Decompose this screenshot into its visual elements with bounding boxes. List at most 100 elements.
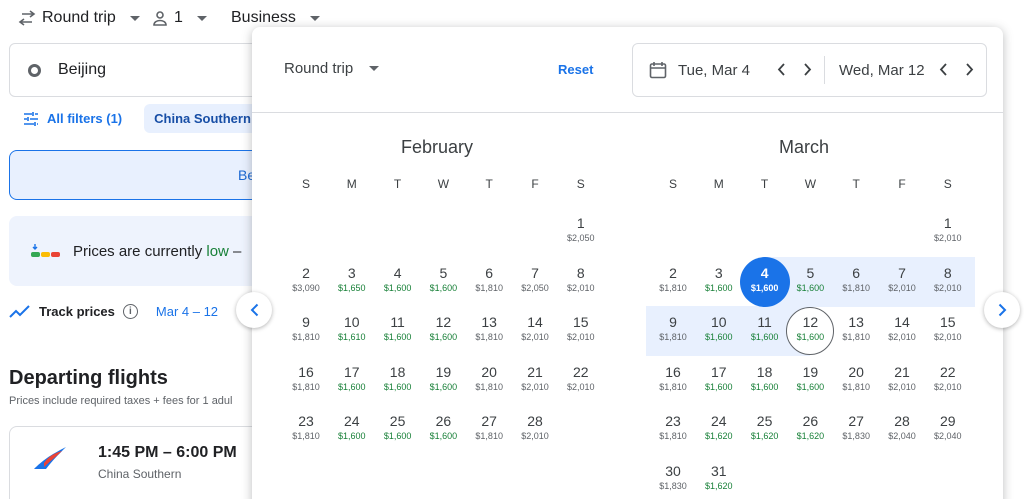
calendar-day[interactable]: 25 $1,620 [742, 405, 788, 455]
calendar-day[interactable]: 21 $2,010 [879, 356, 925, 406]
calendar-day[interactable]: 28 $2,010 [512, 405, 558, 455]
calendar-day[interactable]: 1 $2,010 [925, 207, 971, 257]
calendar-day[interactable]: 2 $1,810 [650, 257, 696, 307]
return-next-day-button[interactable] [957, 63, 983, 76]
calendar-next-month-button[interactable] [984, 292, 1020, 328]
calendar-day[interactable]: 13 $1,810 [833, 306, 879, 356]
calendar-day[interactable]: 22 $2,010 [558, 356, 604, 406]
calendar-day[interactable]: 7 $2,010 [879, 257, 925, 307]
day-number: 30 [665, 463, 681, 479]
calendar-day[interactable]: 11 $1,600 [742, 306, 788, 356]
calendar-day[interactable]: 15 $2,010 [558, 306, 604, 356]
calendar-day[interactable]: 5 $1,600 [420, 257, 466, 307]
calendar-day[interactable]: 27 $1,830 [833, 405, 879, 455]
reset-button[interactable]: Reset [558, 62, 593, 77]
weekday-label: T [852, 177, 860, 191]
calendar-day[interactable]: 23 $1,810 [650, 405, 696, 455]
calendar-day[interactable]: 11 $1,600 [375, 306, 421, 356]
calendar-day[interactable]: 19 $1,600 [787, 356, 833, 406]
calendar-day[interactable]: 24 $1,620 [696, 405, 742, 455]
depart-date-field[interactable]: Tue, Mar 4 [649, 44, 766, 96]
calendar-day[interactable]: 28 $2,040 [879, 405, 925, 455]
calendar-day[interactable]: 4 $1,600 [375, 257, 421, 307]
calendar-day[interactable]: 8 $2,010 [558, 257, 604, 307]
calendar-day[interactable]: 23 $1,810 [283, 405, 329, 455]
calendar-day[interactable]: 3 $1,650 [329, 257, 375, 307]
calendar-day[interactable]: 14 $2,010 [512, 306, 558, 356]
calendar-day[interactable]: 19 $1,600 [420, 356, 466, 406]
calendar-day[interactable]: 5 $1,600 [787, 257, 833, 307]
return-date-field[interactable]: Wed, Mar 12 [839, 44, 925, 96]
calendar-day[interactable]: 21 $2,010 [512, 356, 558, 406]
calendar-day[interactable]: 20 $1,810 [466, 356, 512, 406]
calendar-day[interactable]: 6 $1,810 [833, 257, 879, 307]
insight-text: Prices are currently low – [73, 242, 242, 260]
day-number: 6 [852, 264, 861, 281]
calendar-day[interactable]: 10 $1,600 [696, 306, 742, 356]
month-title: March [778, 137, 829, 157]
trip-type-dropdown[interactable]: Round trip [18, 9, 140, 27]
calendar-day[interactable]: 12 $1,600 [420, 306, 466, 356]
calendar-day[interactable]: 17 $1,600 [696, 356, 742, 406]
info-icon[interactable]: i [122, 304, 138, 319]
calendar-prev-month-button[interactable] [236, 292, 272, 328]
calendar-day[interactable]: 1 $2,050 [558, 207, 604, 257]
day-number: 25 [756, 413, 773, 430]
day-number: 18 [756, 363, 773, 380]
day-price: $1,810 [475, 381, 503, 392]
all-filters-label: All filters (1) [47, 111, 123, 126]
picker-trip-type-dropdown[interactable]: Round trip [284, 60, 380, 77]
depart-next-day-button[interactable] [795, 63, 821, 76]
calendar-day[interactable]: 10 $1,610 [329, 306, 375, 356]
calendar-day[interactable]: 22 $2,010 [925, 356, 971, 406]
calendar-day[interactable]: 25 $1,600 [375, 405, 421, 455]
calendar-day[interactable]: 29 $2,040 [925, 405, 971, 455]
airline-filter-chip[interactable]: China Southern [144, 104, 261, 133]
cabin-dropdown[interactable]: Business [231, 9, 320, 27]
day-number: 20 [848, 363, 864, 380]
calendar-day[interactable]: 9 $1,810 [283, 306, 329, 356]
calendar-day[interactable]: 26 $1,620 [787, 405, 833, 455]
day-price: $1,810 [292, 381, 320, 392]
day-price: $1,810 [292, 332, 320, 343]
calendar-day[interactable]: 30 $1,830 [650, 455, 696, 499]
calendar-day[interactable]: 2 $3,090 [283, 257, 329, 307]
return-prev-day-button[interactable] [930, 63, 956, 76]
day-price: $1,810 [842, 381, 870, 392]
calendar-day[interactable]: 20 $1,810 [833, 356, 879, 406]
calendar-day[interactable]: 8 $2,010 [925, 257, 971, 307]
depart-prev-day-button[interactable] [768, 63, 794, 76]
calendar-day[interactable]: 3 $1,600 [696, 257, 742, 307]
day-price: $1,810 [475, 431, 503, 442]
calendar-day[interactable]: 18 $1,600 [742, 356, 788, 406]
calendar-day[interactable]: 16 $1,810 [283, 356, 329, 406]
calendar-day[interactable]: 14 $2,010 [879, 306, 925, 356]
day-price: $1,600 [705, 282, 733, 293]
date-divider [824, 56, 825, 84]
calendar-day[interactable]: 18 $1,600 [375, 356, 421, 406]
weekday-label: M [346, 177, 357, 191]
calendar-day[interactable]: 31 $1,620 [696, 455, 742, 499]
depart-date-value: Tue, Mar 4 [678, 61, 750, 79]
all-filters-button[interactable]: All filters (1) [9, 105, 134, 132]
calendar-day[interactable]: 6 $1,810 [466, 257, 512, 307]
calendar-day[interactable]: 27 $1,810 [466, 405, 512, 455]
calendar-day[interactable]: 7 $2,050 [512, 257, 558, 307]
day-price: $1,600 [796, 381, 825, 392]
calendar-day[interactable]: 16 $1,810 [650, 356, 696, 406]
calendar-day[interactable]: 24 $1,600 [329, 405, 375, 455]
calendar-day-departure[interactable]: 4 $1,600 [739, 256, 790, 307]
calendar-day[interactable]: 26 $1,600 [420, 405, 466, 455]
calendar-day[interactable]: 17 $1,600 [329, 356, 375, 406]
weekday-label: S [668, 177, 677, 191]
day-number: 7 [531, 264, 539, 281]
calendar-day-return[interactable]: 12 $1,600 [786, 306, 835, 356]
day-number: 10 [711, 314, 727, 331]
chevron-down-icon [129, 15, 140, 21]
calendar-day[interactable]: 9 $1,810 [650, 306, 696, 356]
day-number: 23 [298, 413, 314, 430]
passengers-dropdown[interactable]: 1 [152, 9, 207, 27]
calendar-day[interactable]: 13 $1,810 [466, 306, 512, 356]
day-price: $2,050 [567, 233, 595, 243]
calendar-day[interactable]: 15 $2,010 [925, 306, 971, 356]
